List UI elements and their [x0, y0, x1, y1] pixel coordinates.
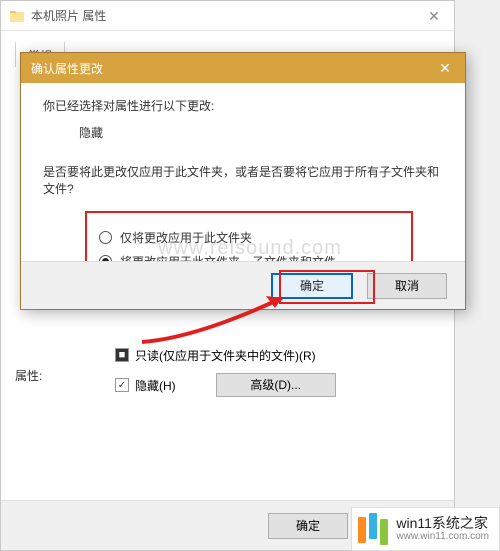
advanced-button[interactable]: 高级(D)... [216, 373, 336, 397]
radio-this-folder-only[interactable] [99, 231, 112, 244]
confirm-titlebar[interactable]: 确认属性更改 ✕ [21, 53, 465, 83]
readonly-checkbox[interactable]: ■ [115, 348, 129, 362]
confirm-line3: 是否要将此更改仅应用于此文件夹，或者是否要将它应用于所有子文件夹和文件? [43, 163, 443, 197]
attributes-label: 属性: [15, 367, 115, 384]
hidden-checkbox[interactable] [115, 378, 129, 392]
confirm-ok-button[interactable]: 确定 [271, 273, 353, 299]
confirm-close-button[interactable]: ✕ [425, 53, 465, 83]
confirm-body: 你已经选择对属性进行以下更改: 隐藏 是否要将此更改仅应用于此文件夹，或者是否要… [21, 83, 465, 287]
properties-attributes-section: 属性: ■ 只读(仅应用于文件夹中的文件)(R) 隐藏(H) 高级(D)... [15, 321, 435, 405]
hidden-label: 隐藏(H) [135, 377, 176, 394]
confirm-line2: 隐藏 [79, 124, 443, 141]
confirm-title: 确认属性更改 [31, 60, 103, 77]
properties-ok-button[interactable]: 确定 [268, 513, 348, 539]
properties-title: 本机照片 属性 [31, 7, 414, 24]
folder-icon [9, 8, 25, 24]
brand-name: win11系统之家 [396, 516, 489, 531]
radio-this-folder-only-label: 仅将更改应用于此文件夹 [120, 229, 252, 246]
properties-titlebar[interactable]: 本机照片 属性 ✕ [1, 1, 454, 31]
brand-logo-icon [358, 513, 388, 545]
brand-url: www.win11.com.com [396, 531, 489, 542]
confirm-line1: 你已经选择对属性进行以下更改: [43, 97, 443, 114]
confirm-cancel-button[interactable]: 取消 [367, 273, 447, 299]
confirm-dialog: 确认属性更改 ✕ 你已经选择对属性进行以下更改: 隐藏 是否要将此更改仅应用于此… [20, 52, 466, 310]
properties-close-button[interactable]: ✕ [414, 1, 454, 31]
readonly-label: 只读(仅应用于文件夹中的文件)(R) [135, 347, 316, 364]
brand-badge: win11系统之家 www.win11.com.com [351, 507, 500, 551]
confirm-button-bar: 确定 取消 [21, 261, 465, 309]
